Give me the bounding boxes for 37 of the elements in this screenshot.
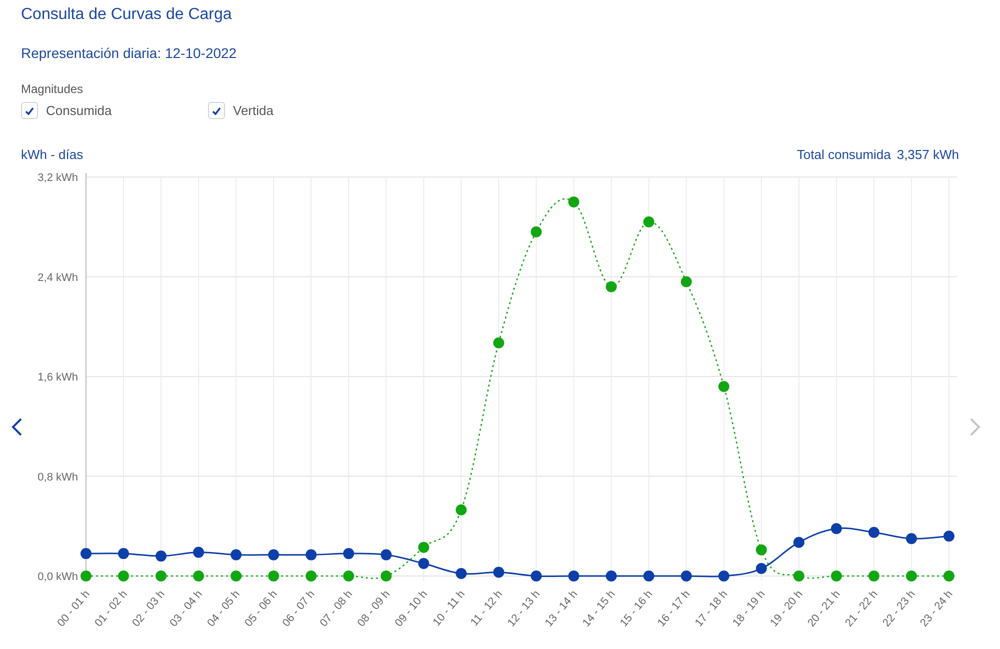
x-axis-label: 14 - 15 h bbox=[580, 588, 618, 629]
x-axis-label: 22 - 23 h bbox=[880, 588, 918, 629]
x-axis-label: 15 - 16 h bbox=[618, 588, 656, 629]
x-axis-label: 13 - 14 h bbox=[542, 588, 580, 629]
total-value: 3,357 kWh bbox=[896, 146, 959, 164]
checkbox-label: Consumida bbox=[46, 102, 112, 120]
total-label: Total consumida bbox=[796, 146, 891, 164]
x-axis-label: 09 - 10 h bbox=[392, 588, 430, 629]
x-axis-label: 20 - 21 h bbox=[806, 588, 843, 629]
y-axis-label: 0,8 kWh bbox=[38, 470, 78, 483]
y-axis-label: 2,4 kWh bbox=[38, 271, 78, 284]
date-subtitle: Representación diaria: 12-10-2022 bbox=[21, 44, 238, 62]
x-axis-label: 11 - 12 h bbox=[468, 588, 506, 628]
checkbox-label: Vertida bbox=[233, 102, 274, 120]
x-axis-label: 19 - 20 h bbox=[768, 588, 806, 629]
x-axis-label: 21 - 22 h bbox=[843, 588, 880, 629]
y-axis-label: 1,6 kWh bbox=[38, 371, 78, 383]
magnitudes-label: Magnitudes bbox=[21, 82, 84, 97]
x-axis-label: 07 - 08 h bbox=[318, 588, 355, 629]
y-axis-label: 0,0 kWh bbox=[38, 570, 78, 582]
y-axis-label: 3,2 kWh bbox=[38, 172, 78, 184]
x-axis-label: 06 - 07 h bbox=[280, 588, 318, 629]
x-axis-label: 23 - 24 h bbox=[918, 588, 956, 629]
x-axis-label: 02 - 03 h bbox=[130, 588, 168, 629]
x-axis-label: 01 - 02 h bbox=[92, 588, 130, 629]
x-axis-label: 08 - 09 h bbox=[355, 588, 392, 629]
x-axis-label: 12 - 13 h bbox=[505, 588, 543, 629]
unit-label: kWh - días bbox=[21, 146, 84, 164]
page-title: Consulta de Curvas de Carga bbox=[21, 5, 233, 25]
x-axis-label: 00 - 01 h bbox=[55, 588, 92, 629]
x-axis-label: 03 - 04 h bbox=[168, 588, 205, 629]
x-axis-label: 17 - 18 h bbox=[693, 588, 730, 629]
x-axis-label: 10 - 11 h bbox=[430, 588, 468, 628]
x-axis-label: 16 - 17 h bbox=[656, 588, 693, 629]
x-axis-label: 04 - 05 h bbox=[205, 588, 242, 629]
x-axis-label: 18 - 19 h bbox=[730, 588, 768, 629]
x-axis-label: 05 - 06 h bbox=[242, 588, 280, 629]
